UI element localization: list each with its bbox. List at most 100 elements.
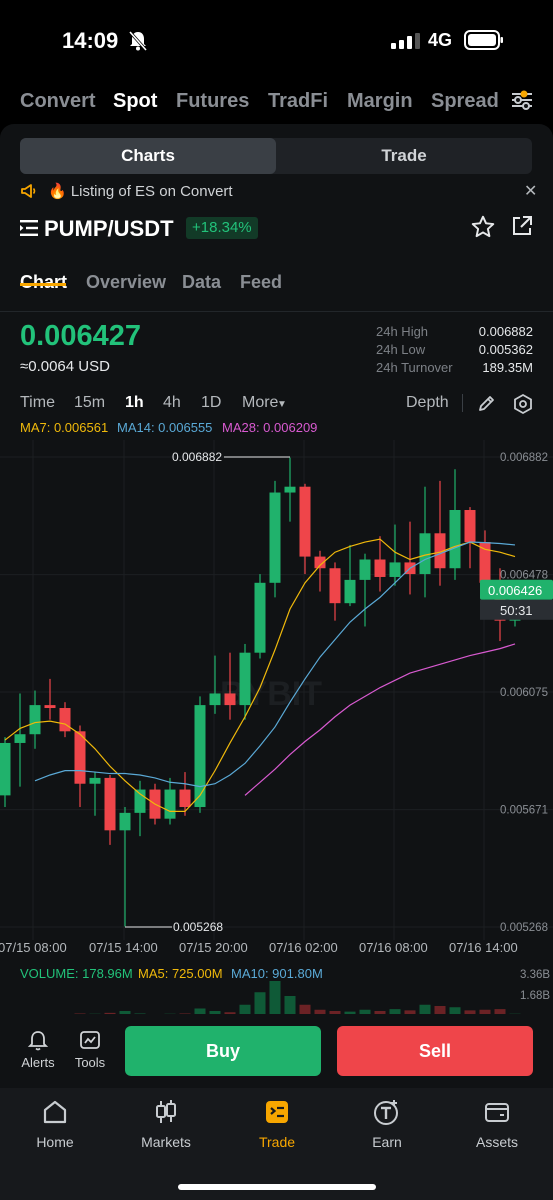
buy-button[interactable]: Buy [125, 1026, 321, 1076]
turnover-value: 189.35M [482, 360, 533, 375]
x-tick-label: 07/16 08:00 [359, 940, 428, 955]
y-tick-label: 0.006075 [500, 687, 548, 699]
tab-data[interactable]: Data [182, 272, 221, 293]
candle-body [359, 559, 371, 580]
tab-trade-label: Trade [258, 1134, 296, 1150]
alerts-label: Alerts [21, 1055, 55, 1070]
trade-icon [266, 1101, 288, 1123]
candle-body [74, 731, 86, 784]
chevron-down-icon: ▼ [277, 399, 287, 410]
interval-1h[interactable]: 1h [125, 394, 144, 412]
share-icon[interactable] [510, 214, 534, 238]
tether-coin-icon [374, 1100, 398, 1125]
candle-body [44, 705, 56, 709]
last-price: 0.006427 [20, 320, 141, 352]
interval-15m[interactable]: 15m [74, 394, 105, 412]
x-axis-labels: 07/15 08:00 07/15 14:00 07/15 20:00 07/16 0… [0, 940, 518, 955]
close-icon[interactable]: ✕ [524, 181, 537, 201]
nav-spread[interactable]: Spread [431, 90, 499, 113]
candle-body [164, 789, 176, 819]
interval-1d[interactable]: 1D [201, 394, 221, 412]
market-type-nav: Convert Spot Futures TradFi Margin Sprea… [0, 80, 553, 124]
candle-body [299, 486, 311, 557]
y-tick-label: 0.005671 [500, 805, 548, 817]
candle-body [194, 705, 206, 808]
low-value: 0.005362 [478, 342, 533, 357]
chart-settings-icon[interactable] [512, 393, 534, 415]
nav-tradfi[interactable]: TradFi [268, 90, 328, 113]
low-marker-label: 0.005268 [173, 920, 223, 934]
bell-muted-icon [128, 31, 148, 51]
nav-futures[interactable]: Futures [176, 90, 249, 113]
bell-icon [27, 1031, 49, 1051]
pencil-draw-icon[interactable] [477, 393, 497, 413]
tab-earn-label: Earn [372, 1134, 402, 1150]
settings-sliders-icon[interactable] [510, 88, 534, 112]
volume-bar [254, 992, 266, 1016]
tab-feed[interactable]: Feed [240, 272, 282, 293]
nav-margin[interactable]: Margin [347, 90, 413, 113]
signal-strength-icon [391, 33, 420, 49]
candle-body [269, 492, 281, 583]
x-tick-label: 07/15 14:00 [89, 940, 158, 955]
x-tick-label: 07/15 08:00 [0, 940, 67, 955]
charts-toggle-button[interactable]: Charts [20, 138, 276, 174]
home-icon [43, 1100, 67, 1124]
interval-4h[interactable]: 4h [163, 394, 181, 412]
pair-list-icon[interactable] [20, 220, 38, 236]
home-indicator [178, 1184, 376, 1190]
x-tick-label: 07/16 14:00 [449, 940, 518, 955]
candle-body [449, 509, 461, 569]
candle-body [344, 579, 356, 604]
candle-body [374, 559, 386, 577]
chart-sub-tabs: Chart Overview Data Feed [0, 262, 553, 312]
candle-body [329, 568, 341, 604]
current-price-tag: 0.006426 50:31 [480, 579, 553, 620]
candle-body [119, 812, 131, 831]
depth-button[interactable]: Depth [406, 394, 449, 412]
volume-chart: 3.36B 1.68B [0, 969, 550, 1016]
charts-trade-toggle: Charts Trade [20, 138, 532, 174]
trade-toggle-button[interactable]: Trade [276, 138, 532, 174]
price-usd: ≈0.0064 USD [20, 358, 110, 375]
x-tick-label: 07/16 02:00 [269, 940, 338, 955]
volume-y-tick: 3.36B [520, 969, 550, 981]
current-price-label: 0.006426 [488, 583, 542, 598]
tab-assets-label: Assets [475, 1134, 518, 1150]
divider [462, 394, 463, 412]
tab-overview[interactable]: Overview [86, 272, 166, 293]
tools-button[interactable]: Tools [68, 1030, 112, 1070]
ma14-legend: MA14: 0.006555 [117, 420, 213, 435]
favorite-star-icon[interactable] [470, 214, 496, 240]
nav-convert[interactable]: Convert [20, 90, 96, 113]
candle-body [389, 562, 401, 577]
interval-time[interactable]: Time [20, 394, 55, 412]
pair-name[interactable]: PUMP/USDT [44, 216, 174, 242]
volume-bar [284, 996, 296, 1016]
candles-icon [156, 1100, 176, 1123]
active-tab-indicator [20, 283, 66, 286]
volume-y-tick: 1.68B [520, 990, 550, 1002]
candlestick-chart[interactable]: BYBIT 0.0068820.005268 0.0068820.0064780… [0, 440, 553, 970]
nav-spot[interactable]: Spot [113, 90, 157, 113]
announcement-bar[interactable]: 🔥 Listing of ES on Convert ✕ [20, 182, 540, 204]
candle-body [0, 742, 11, 796]
candle-body [239, 652, 251, 706]
ma28-legend: MA28: 0.006209 [222, 420, 318, 435]
candle-body [284, 486, 296, 493]
interval-more[interactable]: More [242, 394, 278, 412]
countdown-label: 50:31 [500, 603, 533, 618]
ma28-line [244, 643, 516, 796]
candle-body [104, 777, 116, 831]
pair-header: PUMP/USDT +18.34% [20, 212, 540, 244]
x-tick-label: 07/15 20:00 [179, 940, 248, 955]
high-label: 24h High [376, 324, 429, 339]
wallet-icon [485, 1103, 509, 1122]
candle-body [479, 542, 491, 583]
candle-body [419, 533, 431, 575]
candle-body [224, 693, 236, 706]
alerts-button[interactable]: Alerts [16, 1030, 60, 1070]
tools-chart-icon [80, 1031, 100, 1049]
sell-button[interactable]: Sell [337, 1026, 533, 1076]
turnover-label: 24h Turnover [376, 360, 453, 375]
